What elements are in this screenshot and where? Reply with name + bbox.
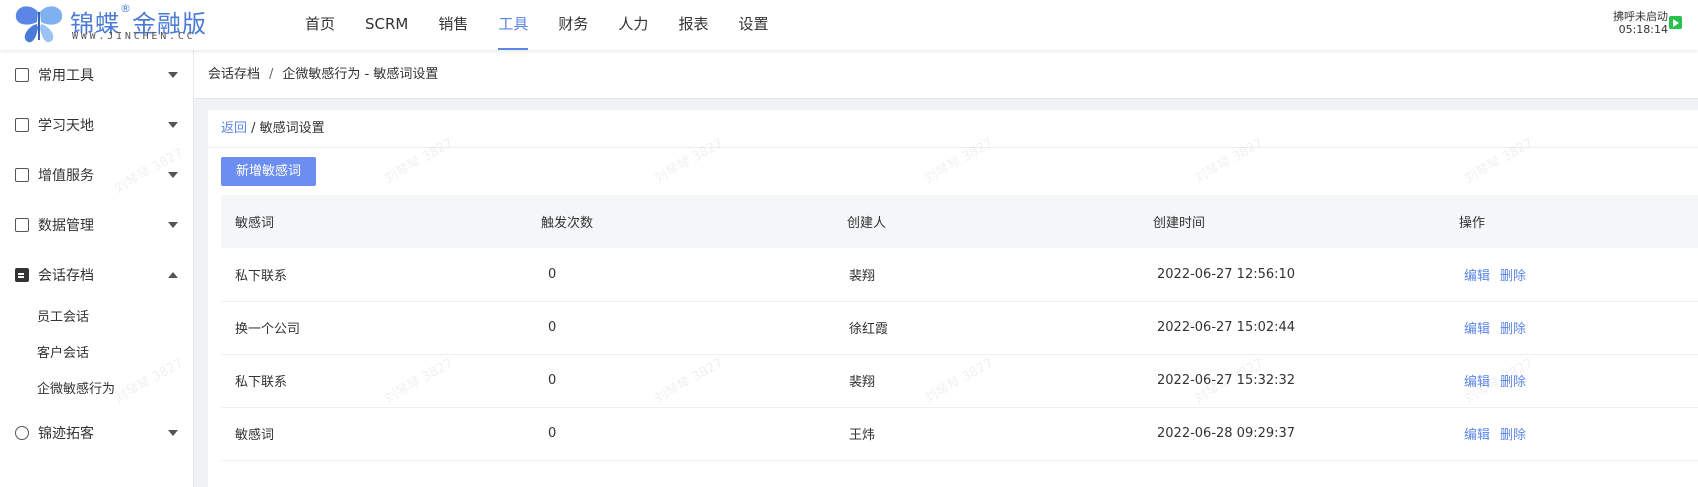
table-header-row: 敏感词 触发次数 创建人 创建时间 操作 bbox=[221, 195, 1698, 248]
delete-link[interactable]: 删除 bbox=[1500, 269, 1526, 284]
chevron-down-icon bbox=[168, 72, 178, 78]
grid-icon bbox=[15, 218, 29, 232]
cell-time: 2022-06-27 15:32:32 bbox=[1139, 354, 1445, 408]
butterfly-logo-icon bbox=[15, 6, 63, 43]
nav-tools[interactable]: 工具 bbox=[483, 0, 543, 50]
edit-link[interactable]: 编辑 bbox=[1464, 322, 1490, 337]
sidebar-item-label: 学习天地 bbox=[38, 118, 94, 134]
chevron-down-icon bbox=[168, 222, 178, 228]
main-panel: 返回 / 敏感词设置 新增敏感词 敏感词 触发次数 创建人 创建时间 操作 私下… bbox=[208, 110, 1698, 487]
clipboard-icon bbox=[15, 68, 29, 82]
book-icon bbox=[15, 118, 29, 132]
cell-word: 换一个公司 bbox=[221, 301, 527, 355]
breadcrumb-current: 企微敏感行为 - 敏感词设置 bbox=[282, 67, 439, 82]
sidebar-item-label: 常用工具 bbox=[38, 68, 94, 84]
cell-creator: 裴翔 bbox=[833, 354, 1139, 408]
cell-word: 私下联系 bbox=[221, 248, 527, 302]
cell-actions: 编辑 删除 bbox=[1445, 248, 1698, 302]
cell-count: 0 bbox=[527, 248, 833, 302]
column-header-creator: 创建人 bbox=[833, 195, 1139, 248]
sidebar-item-label: 锦迹拓客 bbox=[38, 426, 94, 442]
page-title: 敏感词设置 bbox=[259, 121, 325, 136]
column-header-actions: 操作 bbox=[1445, 195, 1698, 248]
panel-separator: / bbox=[247, 121, 260, 136]
sidebar-item-archive[interactable]: 会话存档 bbox=[0, 250, 193, 300]
sidebar-item-label: 数据管理 bbox=[38, 218, 94, 234]
add-sensitive-word-button[interactable]: 新增敏感词 bbox=[221, 157, 317, 186]
cell-word: 私下联系 bbox=[221, 354, 527, 408]
footprint-icon bbox=[15, 426, 29, 440]
breadcrumb-separator: / bbox=[269, 67, 274, 82]
cell-time: 2022-06-27 12:56:10 bbox=[1139, 248, 1445, 302]
cell-count: 0 bbox=[527, 407, 833, 461]
chevron-up-icon bbox=[168, 272, 178, 278]
call-status-label: 拂呼未启动 bbox=[1613, 10, 1668, 23]
play-icon[interactable] bbox=[1669, 16, 1682, 29]
sidebar-item-data[interactable]: 数据管理 bbox=[0, 200, 193, 250]
cell-time: 2022-06-28 09:29:37 bbox=[1139, 407, 1445, 461]
sidebar-item-prospecting[interactable]: 锦迹拓客 bbox=[0, 408, 193, 458]
edit-link[interactable]: 编辑 bbox=[1464, 269, 1490, 284]
call-status-time: 05:18:14 bbox=[1618, 23, 1668, 36]
column-header-count: 触发次数 bbox=[527, 195, 833, 248]
cell-count: 0 bbox=[527, 354, 833, 408]
cell-word: 敏感词 bbox=[221, 407, 527, 461]
sidebar-subitem-customer-chat[interactable]: 客户会话 bbox=[0, 336, 193, 372]
cell-actions: 编辑 删除 bbox=[1445, 301, 1698, 355]
delete-link[interactable]: 删除 bbox=[1500, 322, 1526, 337]
panel-header: 返回 / 敏感词设置 bbox=[208, 110, 1698, 148]
sidebar-subitem-employee-chat[interactable]: 员工会话 bbox=[0, 300, 193, 336]
cell-creator: 裴翔 bbox=[833, 248, 1139, 302]
nav-scrm[interactable]: SCRM bbox=[350, 0, 423, 50]
id-card-icon bbox=[15, 268, 29, 282]
sidebar-item-label: 增值服务 bbox=[38, 168, 94, 184]
nav-reports[interactable]: 报表 bbox=[663, 0, 723, 50]
sensitive-words-table: 敏感词 触发次数 创建人 创建时间 操作 私下联系 0 裴翔 2022-06-2… bbox=[221, 195, 1698, 461]
home-icon bbox=[15, 168, 29, 182]
delete-link[interactable]: 删除 bbox=[1500, 375, 1526, 390]
column-header-word: 敏感词 bbox=[221, 195, 527, 248]
nav-home[interactable]: 首页 bbox=[290, 0, 350, 50]
chevron-down-icon bbox=[168, 172, 178, 178]
nav-finance[interactable]: 财务 bbox=[543, 0, 603, 50]
back-link[interactable]: 返回 bbox=[221, 121, 247, 136]
nav-hr[interactable]: 人力 bbox=[603, 0, 663, 50]
sidebar-item-label: 会话存档 bbox=[38, 268, 94, 284]
sidebar-item-common-tools[interactable]: 常用工具 bbox=[0, 50, 193, 100]
chevron-down-icon bbox=[168, 122, 178, 128]
cell-time: 2022-06-27 15:02:44 bbox=[1139, 301, 1445, 355]
call-status: 拂呼未启动 05:18:14 bbox=[1588, 10, 1668, 36]
sidebar-item-value-added[interactable]: 增值服务 bbox=[0, 150, 193, 200]
cell-actions: 编辑 删除 bbox=[1445, 354, 1698, 408]
edit-link[interactable]: 编辑 bbox=[1464, 428, 1490, 443]
top-navigation-bar: 锦蝶®金融版 WWW.JINCHEN.CC 首页 SCRM 销售 工具 财务 人… bbox=[0, 0, 1698, 50]
nav-sales[interactable]: 销售 bbox=[423, 0, 483, 50]
table-row: 换一个公司 0 徐红霞 2022-06-27 15:02:44 编辑 删除 bbox=[221, 301, 1698, 355]
delete-link[interactable]: 删除 bbox=[1500, 428, 1526, 443]
cell-creator: 王炜 bbox=[833, 407, 1139, 461]
breadcrumb-parent[interactable]: 会话存档 bbox=[208, 67, 260, 82]
table-row: 敏感词 0 王炜 2022-06-28 09:29:37 编辑 删除 bbox=[221, 407, 1698, 461]
brand-logo[interactable]: 锦蝶®金融版 WWW.JINCHEN.CC bbox=[12, 2, 242, 46]
main-nav: 首页 SCRM 销售 工具 财务 人力 报表 设置 bbox=[290, 0, 783, 50]
chevron-down-icon bbox=[168, 430, 178, 436]
cell-count: 0 bbox=[527, 301, 833, 355]
cell-creator: 徐红霞 bbox=[833, 301, 1139, 355]
brand-url: WWW.JINCHEN.CC bbox=[72, 31, 196, 42]
breadcrumb: 会话存档 / 企微敏感行为 - 敏感词设置 bbox=[194, 50, 1698, 99]
edit-link[interactable]: 编辑 bbox=[1464, 375, 1490, 390]
nav-settings[interactable]: 设置 bbox=[723, 0, 783, 50]
sidebar-subitem-sensitive-behavior[interactable]: 企微敏感行为 bbox=[0, 372, 193, 408]
sidebar: 常用工具 学习天地 增值服务 数据管理 会话存档 员工会话 客户会话 企微敏感行… bbox=[0, 50, 194, 487]
sidebar-item-learning[interactable]: 学习天地 bbox=[0, 100, 193, 150]
cell-actions: 编辑 删除 bbox=[1445, 407, 1698, 461]
table-row: 私下联系 0 裴翔 2022-06-27 15:32:32 编辑 删除 bbox=[221, 354, 1698, 408]
table-row: 私下联系 0 裴翔 2022-06-27 12:56:10 编辑 删除 bbox=[221, 248, 1698, 302]
column-header-time: 创建时间 bbox=[1139, 195, 1445, 248]
